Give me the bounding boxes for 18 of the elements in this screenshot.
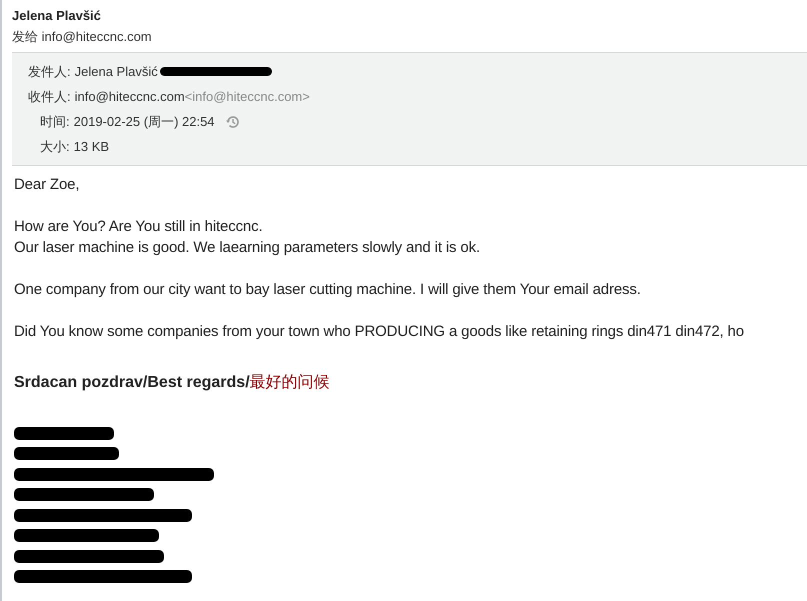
field-label: 收件人: xyxy=(28,88,71,106)
history-icon[interactable] xyxy=(224,114,241,130)
field-label: 时间: xyxy=(40,112,70,130)
message-text: Our laser machine is good. We laearning parameters slowly and it is ok. xyxy=(14,238,481,258)
message-text: Dear Zoe, xyxy=(14,175,80,195)
field-label: 发件人: xyxy=(28,62,71,80)
message-text: Did You know some companies from your town who PRODUCING a goods like retaining rings din471 din472, ho xyxy=(14,322,745,342)
field-value: 13 KB xyxy=(74,139,110,154)
message-text: How are You? Are You still in hiteccnc. xyxy=(14,217,264,237)
field-value: 2019-02-25 (周一) 22:54 xyxy=(74,112,215,130)
closing-text: Srdacan pozdrav/Best regards/最好的问候 xyxy=(14,373,331,393)
field-value: Jelena Plavšić xyxy=(74,64,158,79)
field-value: info@hiteccnc.com xyxy=(74,89,185,104)
email-address: <info@hiteccnc.com> xyxy=(184,89,310,104)
message-text: One company from our city want to bay laser cutting machine. I will give them Your email adress. xyxy=(14,280,642,300)
recipient-line: 发给 info@hiteccnc.com xyxy=(12,28,153,46)
sender-name: Jelena Plavšić xyxy=(12,7,102,25)
field-label: 大小: xyxy=(40,138,70,156)
